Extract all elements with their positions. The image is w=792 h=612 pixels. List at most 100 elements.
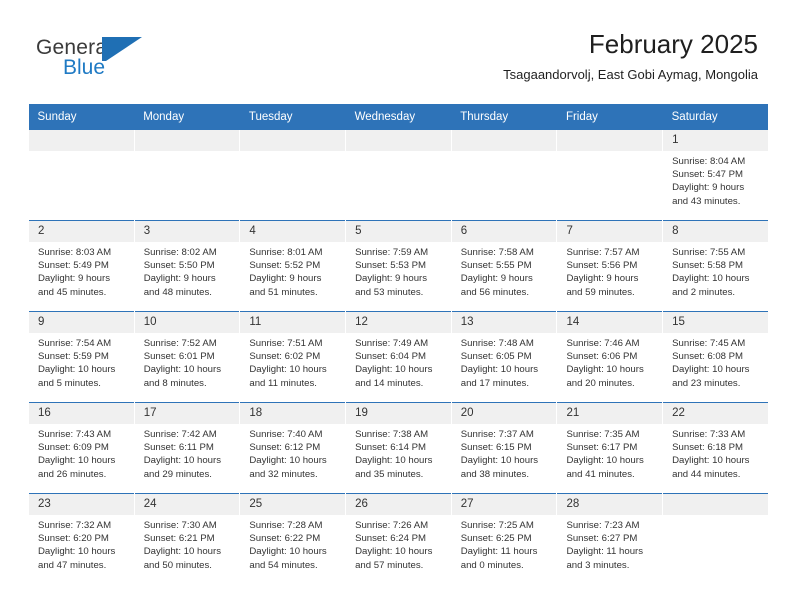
daylight-duration-line1: Daylight: 10 hours xyxy=(672,455,750,467)
daylight-duration-line2: and 32 minutes. xyxy=(249,468,318,480)
calendar-day-cell[interactable]: 8 Sunrise: 7:55 AM Sunset: 5:58 PM Daylight… xyxy=(662,220,769,312)
calendar-day-cell[interactable]: 14 Sunrise: 7:46 AM Sunset: 6:06 PM Dayligh… xyxy=(556,311,663,403)
day-cell-content xyxy=(240,130,346,220)
daylight-duration-line2: and 41 minutes. xyxy=(566,468,635,480)
day-sun-info: Sunrise: 7:57 AM Sunset: 5:56 PM Daylight:… xyxy=(557,242,662,299)
sunset-time: Sunset: 6:21 PM xyxy=(143,533,215,545)
calendar-day-cell[interactable]: 2 Sunrise: 8:03 AM Sunset: 5:49 PM Daylight… xyxy=(28,220,135,312)
day-number: 13 xyxy=(451,312,557,333)
calendar-day-cell[interactable]: 28 Sunrise: 7:23 AM Sunset: 6:27 PM Dayligh… xyxy=(556,493,663,584)
calendar-day-cell[interactable]: 12 Sunrise: 7:49 AM Sunset: 6:04 PM Dayligh… xyxy=(345,311,452,403)
calendar-day-cell[interactable]: 22 Sunrise: 7:33 AM Sunset: 6:18 PM Dayligh… xyxy=(662,402,769,494)
sunrise-time: Sunrise: 7:57 AM xyxy=(566,247,640,258)
daylight-duration-line1: Daylight: 10 hours xyxy=(249,455,327,467)
daylight-duration-line1: Daylight: 10 hours xyxy=(460,364,539,376)
sunset-time: Sunset: 6:25 PM xyxy=(460,533,532,545)
day-cell-content xyxy=(346,130,451,220)
calendar-day-cell[interactable]: 27 Sunrise: 7:25 AM Sunset: 6:25 PM Dayligh… xyxy=(450,493,557,584)
daylight-duration-line1: Daylight: 9 hours xyxy=(355,273,428,285)
day-number: 8 xyxy=(663,221,769,242)
daylight-duration-line1: Daylight: 10 hours xyxy=(143,364,222,376)
calendar-day-cell[interactable]: 7 Sunrise: 7:57 AM Sunset: 5:56 PM Daylight… xyxy=(556,220,663,312)
calendar-day-cell[interactable]: 26 Sunrise: 7:26 AM Sunset: 6:24 PM Dayligh… xyxy=(345,493,452,584)
daylight-duration-line2: and 47 minutes. xyxy=(38,559,107,571)
sunrise-time: Sunrise: 8:04 AM xyxy=(672,156,746,167)
sunrise-time: Sunrise: 7:33 AM xyxy=(672,429,746,440)
day-cell-content: 14 Sunrise: 7:46 AM Sunset: 6:06 PM Dayligh… xyxy=(557,312,663,402)
page-title: February 2025 xyxy=(588,29,758,59)
sunset-time: Sunset: 6:02 PM xyxy=(249,351,321,363)
sunrise-time: Sunrise: 7:46 AM xyxy=(566,338,640,349)
sunset-time: Sunset: 6:12 PM xyxy=(249,442,321,454)
day-sun-info: Sunrise: 7:59 AM Sunset: 5:53 PM Daylight:… xyxy=(346,242,451,299)
calendar-day-cell[interactable]: 25 Sunrise: 7:28 AM Sunset: 6:22 PM Dayligh… xyxy=(239,493,346,584)
calendar-day-cell[interactable]: 23 Sunrise: 7:32 AM Sunset: 6:20 PM Dayligh… xyxy=(28,493,135,584)
brand-logo[interactable]: General Blue xyxy=(36,36,236,92)
daylight-duration-line1: Daylight: 10 hours xyxy=(672,364,750,376)
calendar-day-cell[interactable]: 10 Sunrise: 7:52 AM Sunset: 6:01 PM Dayligh… xyxy=(133,311,240,403)
day-number: 20 xyxy=(451,403,557,424)
calendar-day-cell[interactable]: 19 Sunrise: 7:38 AM Sunset: 6:14 PM Dayligh… xyxy=(345,402,452,494)
calendar-day-cell[interactable]: 24 Sunrise: 7:30 AM Sunset: 6:21 PM Dayligh… xyxy=(133,493,240,584)
calendar-week-row: 16 Sunrise: 7:43 AM Sunset: 6:09 PM Dayligh… xyxy=(28,402,769,494)
day-sun-info: Sunrise: 8:03 AM Sunset: 5:49 PM Daylight:… xyxy=(29,242,134,299)
calendar-day-cell[interactable]: 21 Sunrise: 7:35 AM Sunset: 6:17 PM Dayligh… xyxy=(556,402,663,494)
day-sun-info: Sunrise: 7:51 AM Sunset: 6:02 PM Daylight:… xyxy=(240,333,345,390)
day-sun-info: Sunrise: 7:43 AM Sunset: 6:09 PM Daylight:… xyxy=(29,424,134,481)
calendar-day-cell[interactable]: 6 Sunrise: 7:58 AM Sunset: 5:55 PM Daylight… xyxy=(450,220,557,312)
day-sun-info: Sunrise: 7:38 AM Sunset: 6:14 PM Daylight:… xyxy=(346,424,451,481)
daylight-duration-line2: and 8 minutes. xyxy=(143,377,207,389)
sunrise-time: Sunrise: 7:26 AM xyxy=(355,520,429,531)
daylight-duration-line1: Daylight: 10 hours xyxy=(249,364,327,376)
sunset-time: Sunset: 5:55 PM xyxy=(460,260,532,272)
daylight-duration-line2: and 5 minutes. xyxy=(38,377,101,389)
calendar-day-cell[interactable]: 13 Sunrise: 7:48 AM Sunset: 6:05 PM Dayligh… xyxy=(450,311,557,403)
daylight-duration-line1: Daylight: 9 hours xyxy=(249,273,322,285)
calendar-day-cell[interactable]: 17 Sunrise: 7:42 AM Sunset: 6:11 PM Dayligh… xyxy=(133,402,240,494)
sunset-time: Sunset: 5:52 PM xyxy=(249,260,321,272)
daylight-duration-line2: and 43 minutes. xyxy=(672,195,741,207)
sunrise-time: Sunrise: 7:30 AM xyxy=(143,520,217,531)
calendar-day-cell[interactable]: 16 Sunrise: 7:43 AM Sunset: 6:09 PM Dayligh… xyxy=(28,402,135,494)
calendar-day-cell[interactable]: 9 Sunrise: 7:54 AM Sunset: 5:59 PM Daylight… xyxy=(28,311,135,403)
sunset-time: Sunset: 6:22 PM xyxy=(249,533,321,545)
day-number xyxy=(557,130,663,151)
day-cell-content xyxy=(557,130,663,220)
day-sun-info: Sunrise: 8:04 AM Sunset: 5:47 PM Daylight:… xyxy=(663,151,768,208)
day-cell-content: 26 Sunrise: 7:26 AM Sunset: 6:24 PM Dayligh… xyxy=(346,494,451,584)
daylight-duration-line1: Daylight: 9 hours xyxy=(566,273,639,285)
daylight-duration-line2: and 48 minutes. xyxy=(143,286,212,298)
day-number xyxy=(346,130,451,151)
calendar-day-cell[interactable]: 20 Sunrise: 7:37 AM Sunset: 6:15 PM Dayligh… xyxy=(450,402,557,494)
daylight-duration-line2: and 54 minutes. xyxy=(249,559,318,571)
calendar-day-cell[interactable]: 3 Sunrise: 8:02 AM Sunset: 5:50 PM Daylight… xyxy=(133,220,240,312)
day-sun-info: Sunrise: 7:37 AM Sunset: 6:15 PM Daylight:… xyxy=(452,424,557,481)
sunset-time: Sunset: 6:04 PM xyxy=(355,351,426,363)
sunrise-time: Sunrise: 7:35 AM xyxy=(566,429,640,440)
calendar-day-cell[interactable]: 4 Sunrise: 8:01 AM Sunset: 5:52 PM Daylight… xyxy=(239,220,346,312)
day-number: 28 xyxy=(557,494,663,515)
day-sun-info: Sunrise: 7:35 AM Sunset: 6:17 PM Daylight:… xyxy=(557,424,662,481)
daylight-duration-line2: and 50 minutes. xyxy=(143,559,212,571)
daylight-duration-line1: Daylight: 10 hours xyxy=(355,364,433,376)
day-cell-content xyxy=(451,130,557,220)
sunrise-time: Sunrise: 7:43 AM xyxy=(38,429,112,440)
calendar-day-cell[interactable]: 1 Sunrise: 8:04 AM Sunset: 5:47 PM Daylight… xyxy=(662,130,769,221)
daylight-duration-line2: and 0 minutes. xyxy=(460,559,524,571)
sunrise-time: Sunrise: 8:01 AM xyxy=(249,247,323,258)
calendar-day-cell[interactable]: 11 Sunrise: 7:51 AM Sunset: 6:02 PM Dayligh… xyxy=(239,311,346,403)
location-subtitle: Tsagaandorvolj, East Gobi Aymag, Mongoli… xyxy=(503,67,758,82)
calendar-day-cell[interactable]: 18 Sunrise: 7:40 AM Sunset: 6:12 PM Dayligh… xyxy=(239,402,346,494)
day-sun-info: Sunrise: 7:42 AM Sunset: 6:11 PM Daylight:… xyxy=(135,424,240,481)
sunrise-time: Sunrise: 7:37 AM xyxy=(460,429,534,440)
day-cell-content: 7 Sunrise: 7:57 AM Sunset: 5:56 PM Daylight… xyxy=(557,221,663,311)
day-cell-content: 13 Sunrise: 7:48 AM Sunset: 6:05 PM Dayligh… xyxy=(451,312,557,402)
calendar-day-cell-empty xyxy=(556,130,663,221)
weekday-header-tuesday: Tuesday xyxy=(239,104,346,130)
day-cell-content: 3 Sunrise: 8:02 AM Sunset: 5:50 PM Daylight… xyxy=(134,221,240,311)
calendar-day-cell[interactable]: 15 Sunrise: 7:45 AM Sunset: 6:08 PM Dayligh… xyxy=(662,311,769,403)
calendar-day-cell[interactable]: 5 Sunrise: 7:59 AM Sunset: 5:53 PM Daylight… xyxy=(345,220,452,312)
daylight-duration-line2: and 53 minutes. xyxy=(355,286,424,298)
day-number xyxy=(451,130,557,151)
sunrise-time: Sunrise: 7:48 AM xyxy=(460,338,534,349)
